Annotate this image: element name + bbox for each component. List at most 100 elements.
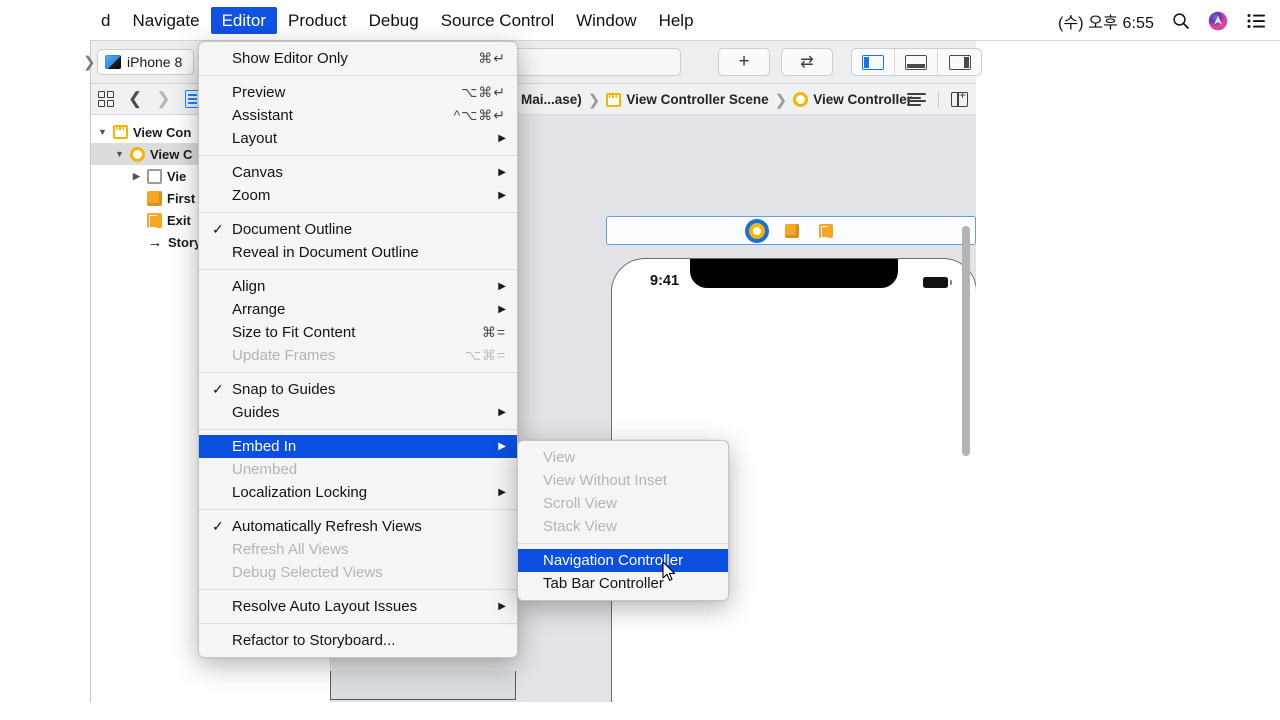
menu-item-reveal-in-document-outline[interactable]: Reveal in Document Outline [199,241,517,264]
menu-item-align[interactable]: Align▶ [199,275,517,298]
add-button[interactable]: + [718,48,770,76]
menu-item-shortcut: ⌥⌘↵ [445,84,506,101]
menu-bar-item-debug[interactable]: Debug [358,7,430,34]
checkmark-icon: ✓ [212,381,224,398]
back-chevron-icon[interactable]: ❮ [128,89,142,109]
jump-bar-right-controls [907,84,968,115]
menu-item-size-to-fit-content[interactable]: Size to Fit Content⌘= [199,321,517,344]
toggle-left-panel-button[interactable] [852,49,895,75]
menu-item-arrange[interactable]: Arrange▶ [199,298,517,321]
menu-item-label: Canvas [232,164,484,181]
clock[interactable]: (수) 오후 6:55 [1058,9,1154,33]
menu-item-localization-locking[interactable]: Localization Locking▶ [199,481,517,504]
submenu-item-navigation-controller[interactable]: Navigation Controller [518,549,728,572]
menu-bar-items: dNavigateEditorProductDebugSource Contro… [90,7,705,34]
outline-row-label: Vie [167,169,186,184]
menu-item-refresh-all-views: Refresh All Views [199,538,517,561]
submenu-arrow-icon: ▶ [484,601,506,612]
show-right-panel-icon [949,55,971,70]
menu-separator [199,509,517,510]
forward-chevron-icon[interactable]: ❯ [156,89,170,109]
editor-menu[interactable]: Show Editor Only⌘↵Preview⌥⌘↵Assistant^⌥⌘… [198,41,518,658]
menu-bar-item-window[interactable]: Window [565,7,647,34]
menu-item-assistant[interactable]: Assistant^⌥⌘↵ [199,104,517,127]
menu-item-label: Update Frames [232,347,449,364]
submenu-item-label: Scroll View [543,495,717,512]
simulator-icon [105,55,121,69]
submenu-arrow-icon: ▶ [484,190,506,201]
menu-item-label: Zoom [232,187,484,204]
menu-item-label: Resolve Auto Layout Issues [232,598,484,615]
breadcrumb-label: View Controller Scene [626,92,768,107]
exit-icon[interactable] [819,224,833,238]
search-icon[interactable] [1172,12,1190,30]
menu-separator [199,269,517,270]
breadcrumb-item-file[interactable]: Mai...ase) [521,92,582,107]
menu-item-resolve-auto-layout-issues[interactable]: Resolve Auto Layout Issues▶ [199,595,517,618]
menu-item-label: Layout [232,130,484,147]
menu-bar-item-editor[interactable]: Editor [211,7,277,34]
navigator-controls: ❮ ❯ [98,89,200,109]
menu-item-canvas[interactable]: Canvas▶ [199,161,517,184]
menu-bar-item-navigate[interactable]: Navigate [121,7,210,34]
disclosure-triangle-icon[interactable] [131,171,142,182]
menu-bar-item-help[interactable]: Help [648,7,705,34]
status-bar-time: 9:41 [650,273,679,289]
menu-item-label: Show Editor Only [232,50,462,67]
menu-separator [199,429,517,430]
menu-item-debug-selected-views: Debug Selected Views [199,561,517,584]
view-controller-icon[interactable] [749,223,765,239]
breadcrumb-separator: ❯ [587,91,602,109]
menu-item-refactor-to-storyboard[interactable]: Refactor to Storyboard... [199,629,517,652]
menu-item-automatically-refresh-views[interactable]: ✓Automatically Refresh Views [199,515,517,538]
breadcrumb-separator: ❯ [774,91,789,109]
siri-icon[interactable] [1208,11,1228,31]
breadcrumb-item-scene[interactable]: View Controller Scene [606,92,768,107]
add-editor-icon[interactable] [951,92,968,107]
toggle-right-panel-button[interactable] [938,49,981,75]
divider [938,91,939,108]
menu-item-zoom[interactable]: Zoom▶ [199,184,517,207]
breadcrumb-item-view-controller[interactable]: View Controller [793,92,912,107]
menu-bar-item-source-control[interactable]: Source Control [430,7,565,34]
storyboard-scene-icon [606,93,621,107]
menu-item-document-outline[interactable]: ✓Document Outline [199,218,517,241]
menu-item-show-editor-only[interactable]: Show Editor Only⌘↵ [199,47,517,70]
entry-point-arrow-icon: → [147,234,163,251]
checkmark-icon: ✓ [212,518,224,535]
menu-separator [518,543,728,544]
control-center-icon[interactable] [1246,13,1266,29]
submenu-item-tab-bar-controller[interactable]: Tab Bar Controller [518,572,728,595]
first-responder-icon[interactable] [785,224,799,238]
menu-bar-item-d[interactable]: d [90,7,121,34]
submenu-arrow-icon: ▶ [484,487,506,498]
menu-item-update-frames: Update Frames⌥⌘= [199,344,517,367]
menu-item-label: Embed In [232,438,484,455]
disclosure-triangle-icon[interactable] [97,127,108,137]
menu-item-label: Assistant [232,107,438,124]
menu-item-embed-in[interactable]: Embed In▶ [199,435,517,458]
embed-in-submenu[interactable]: ViewView Without InsetScroll ViewStack V… [517,440,729,601]
scene-dock[interactable] [606,216,976,245]
submenu-arrow-icon: ▶ [484,167,506,178]
menu-item-label: Preview [232,84,445,101]
grid-view-icon[interactable] [98,91,114,107]
swap-button[interactable]: ⇄ [781,48,833,76]
menu-item-preview[interactable]: Preview⌥⌘↵ [199,81,517,104]
menu-item-guides[interactable]: Guides▶ [199,401,517,424]
menu-item-snap-to-guides[interactable]: ✓Snap to Guides [199,378,517,401]
breadcrumb-label: View Controller [813,92,912,107]
disclosure-triangle-icon[interactable] [114,149,125,159]
editor-options-icon[interactable] [907,93,926,106]
show-bottom-panel-icon [905,55,927,70]
scheme-destination-button[interactable]: iPhone 8 [97,49,194,75]
menu-bar-item-product[interactable]: Product [277,7,358,34]
menu-separator [199,212,517,213]
canvas-vertical-scrollbar[interactable] [962,226,970,456]
menu-item-shortcut: ⌘= [466,324,506,341]
navigator-filter-bar[interactable] [330,671,516,700]
menu-item-layout[interactable]: Layout▶ [199,127,517,150]
submenu-item-label: View [543,449,717,466]
show-left-panel-icon [862,55,884,70]
toggle-bottom-panel-button[interactable] [895,49,938,75]
